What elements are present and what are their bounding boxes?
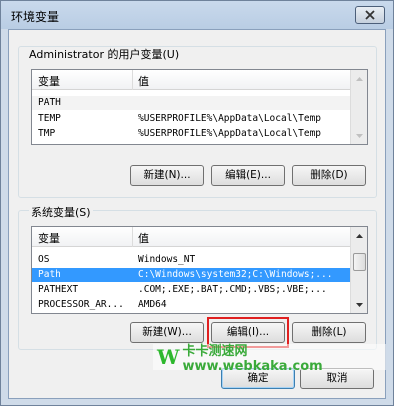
watermark: W 卡卡测速网 www.webkaka.com xyxy=(153,344,386,374)
variable-value: %USERPROFILE%\AppData\Local\Temp xyxy=(138,113,322,124)
user-variables-label: Administrator 的用户变量(U) xyxy=(29,48,180,61)
chevron-up-icon xyxy=(356,233,363,238)
variable-name: TEMP xyxy=(38,113,61,124)
variable-name: Path xyxy=(38,269,61,280)
table-row[interactable]: PROCESSOR_AR... AMD64 xyxy=(32,298,353,312)
vertical-scrollbar[interactable] xyxy=(350,227,367,313)
chevron-down-icon xyxy=(356,302,363,307)
table-row[interactable]: TEMP %USERPROFILE%\AppData\Local\Temp xyxy=(32,112,353,126)
close-button[interactable] xyxy=(355,6,385,24)
column-header-value[interactable]: 值 xyxy=(138,73,149,89)
variable-name: PROCESSOR_AR... xyxy=(38,299,124,310)
user-new-button[interactable]: 新建(N)... xyxy=(130,165,204,186)
close-icon xyxy=(365,10,375,20)
chevron-up-icon xyxy=(356,76,363,81)
variable-value: C:\Windows\system32;C:\Windows;... xyxy=(138,269,333,280)
chevron-down-icon xyxy=(356,133,363,138)
variable-name: TMP xyxy=(38,128,56,139)
watermark-text: 卡卡测速网 www.webkaka.com xyxy=(182,344,323,374)
variable-value: AMD64 xyxy=(138,299,167,310)
environment-variables-dialog: 环境变量 Administrator 的用户变量(U) 变量 值 PATH TE… xyxy=(0,0,394,406)
window-title: 环境变量 xyxy=(11,10,60,24)
user-delete-button[interactable]: 删除(D) xyxy=(292,165,366,186)
system-variables-list[interactable]: 变量 值 OS Windows_NT Path C:\Windows\syste… xyxy=(31,226,368,314)
table-row[interactable]: PATHEXT .COM;.EXE;.BAT;.CMD;.VBS;.VBE;..… xyxy=(32,283,353,297)
table-row[interactable]: TMP %USERPROFILE%\AppData\Local\Temp xyxy=(32,127,353,141)
variable-name: OS xyxy=(38,254,50,265)
scroll-up-button[interactable] xyxy=(352,228,367,243)
scroll-up-button[interactable] xyxy=(352,71,367,86)
user-variables-list[interactable]: 变量 值 PATH TEMP %USERPROFILE%\AppData\Loc… xyxy=(31,69,368,145)
watermark-logo: W xyxy=(157,345,180,369)
table-row[interactable]: PATH xyxy=(32,96,353,110)
vertical-scrollbar[interactable] xyxy=(350,70,367,144)
variable-value: .COM;.EXE;.BAT;.CMD;.VBS;.VBE;... xyxy=(138,284,327,295)
list-header: 变量 值 xyxy=(32,227,353,247)
table-row[interactable]: OS Windows_NT xyxy=(32,253,353,267)
column-divider[interactable] xyxy=(132,70,133,90)
variable-value: Windows_NT xyxy=(138,254,196,265)
column-divider[interactable] xyxy=(132,227,133,247)
variable-name: PATH xyxy=(38,97,61,108)
user-edit-button[interactable]: 编辑(E)... xyxy=(211,165,285,186)
variable-value: %USERPROFILE%\AppData\Local\Temp xyxy=(138,128,322,139)
table-row-selected[interactable]: Path C:\Windows\system32;C:\Windows;... xyxy=(32,268,353,282)
column-header-variable[interactable]: 变量 xyxy=(38,73,60,89)
variable-name: PATHEXT xyxy=(38,284,79,295)
scroll-down-button[interactable] xyxy=(352,128,367,143)
scroll-down-button[interactable] xyxy=(352,297,367,312)
title-bar[interactable]: 环境变量 xyxy=(1,1,393,29)
list-header: 变量 值 xyxy=(32,70,353,90)
column-header-value[interactable]: 值 xyxy=(138,230,149,246)
system-variables-label: 系统变量(S) xyxy=(29,204,93,220)
scrollbar-thumb[interactable] xyxy=(353,253,366,271)
column-header-variable[interactable]: 变量 xyxy=(38,230,60,246)
